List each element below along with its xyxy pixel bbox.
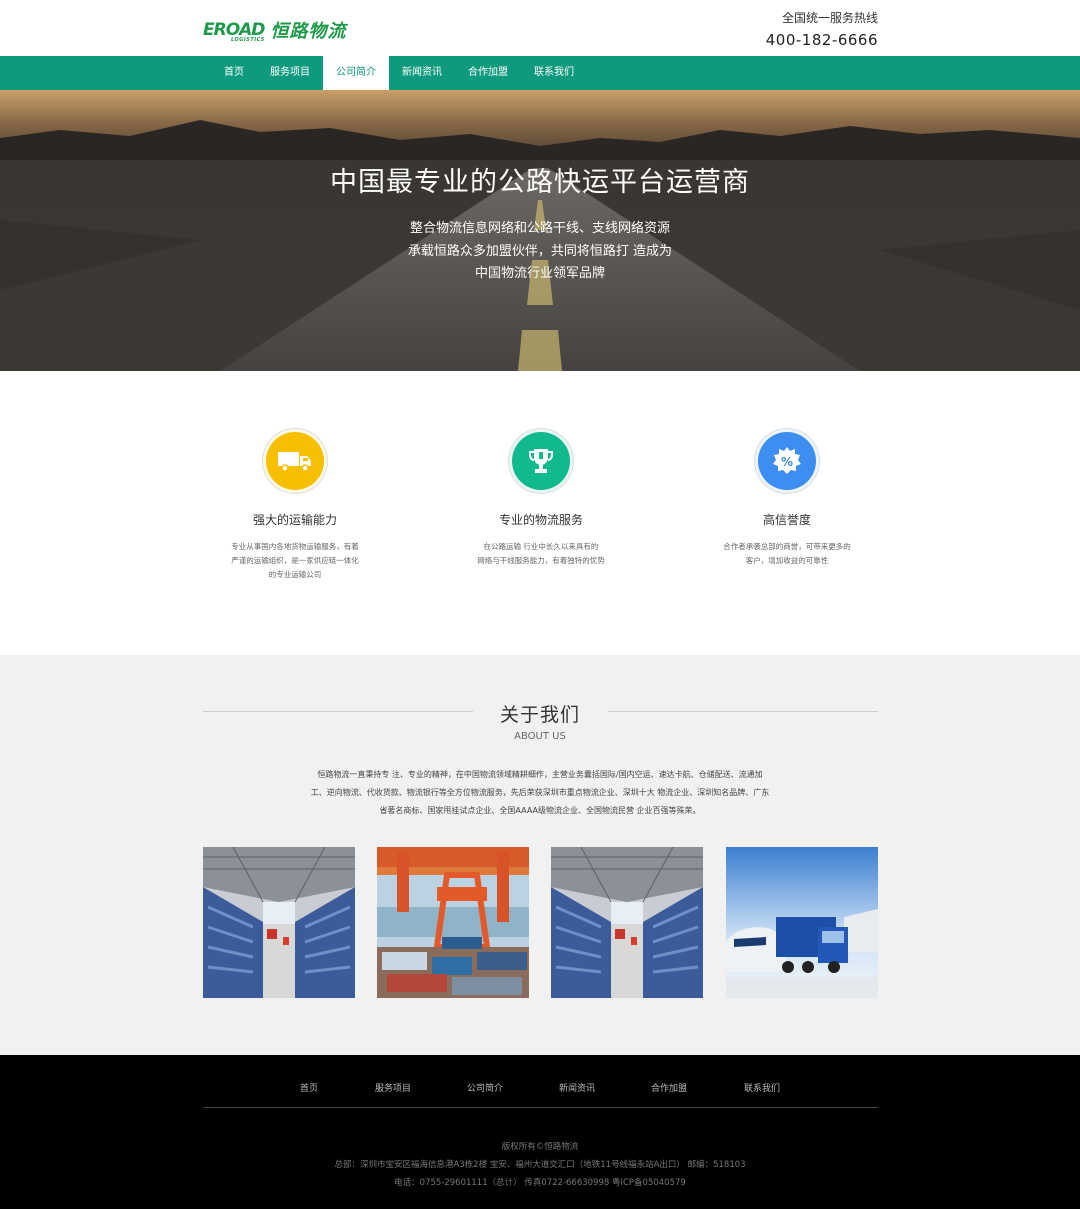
feature-desc-line: 网络与干线服务能力，有着独特的优势 [477,556,605,565]
about-subtitle: ABOUT US [514,731,566,742]
hotline: 全国统一服务热线 400-182-6666 [766,10,878,50]
warehouse-photo[interactable] [203,847,355,998]
feature-description: 合作者承袭总部的商誉，可带来更多的 客户，增加收益的可靠性 [707,540,867,568]
port-crane-photo[interactable] [377,847,529,998]
nav-item-contact[interactable]: 联系我们 [521,56,587,90]
feature-desc-line: 合作者承袭总部的商誉，可带来更多的 [723,542,851,551]
hero-line: 承载恒路众多加盟伙伴，共同将恒路打 造成为 [407,243,673,259]
trophy-icon [509,429,573,493]
hero-description: 整合物流信息网络和公路干线、支线网络资源 承载恒路众多加盟伙伴，共同将恒路打 造… [0,218,1080,286]
footer-divider [203,1107,878,1108]
nav-item-services[interactable]: 服务项目 [257,56,323,90]
about-text-line: 恒路物流一直秉持专 注、专业的精神，在中国物流领域精耕细作，主营业务囊括国际/国… [317,770,763,779]
footer-address: 总部：深圳市宝安区福海信息港A3栋2楼 宝安、福州大道交汇口（地铁11号线福永站… [334,1160,746,1170]
footer-copyright: 版权所有©恒路物流 [501,1142,579,1152]
about-text-line: 省著名商标、国家甩挂试点企业、全国AAAA级物流企业、全国物流民营 企业百强等殊… [379,806,701,815]
site-footer: 首页 服务项目 公司简介 新闻资讯 合作加盟 联系我们 版权所有©恒路物流 总部… [0,1055,1080,1209]
logo[interactable]: EROAD LOGISTICS 恒路物流 [203,17,363,43]
feature-credibility: % 高信誉度 合作者承袭总部的商誉，可带来更多的 客户，增加收益的可靠性 [707,429,867,568]
about-text-line: 工、逆向物流、代收货款、物流银行等全方位物流服务，先后荣获深圳市重点物流企业、深… [310,788,770,797]
feature-desc-line: 专业从事国内各地货物运输服务，有着 [231,542,359,551]
feature-desc-line: 严谨的运输组织，是一家供应链一体化 [231,556,359,565]
footer-contact: 电话：0755-29601111（总计） 传真0722-66630998 粤IC… [394,1178,686,1188]
nav-item-news[interactable]: 新闻资讯 [389,56,455,90]
feature-desc-line: 的专业运输公司 [268,570,322,579]
footer-nav-join[interactable]: 合作加盟 [651,1081,687,1094]
footer-nav-about[interactable]: 公司简介 [467,1081,503,1094]
feature-title: 高信誉度 [762,513,811,527]
nav-item-join[interactable]: 合作加盟 [455,56,521,90]
feature-desc-line: 客户，增加收益的可靠性 [745,556,829,565]
hero-line: 中国物流行业领军品牌 [474,266,605,281]
svg-text:%: % [781,455,793,469]
feature-description: 在公路运输 行业中长久以来具有的 网络与干线服务能力，有着独特的优势 [461,540,621,568]
about-text: 恒路物流一直秉持专 注、专业的精神，在中国物流领域精耕细作，主营业务囊括国际/国… [280,766,800,820]
logo-cn-text: 恒路物流 [270,21,347,42]
hero-banner: 中国最专业的公路快运平台运营商 整合物流信息网络和公路干线、支线网络资源 承载恒… [0,90,1080,371]
hero-line: 整合物流信息网络和公路干线、支线网络资源 [409,221,670,236]
feature-service: 专业的物流服务 在公路运输 行业中长久以来具有的 网络与干线服务能力，有着独特的… [461,429,621,568]
site-header: EROAD LOGISTICS 恒路物流 全国统一服务热线 400-182-66… [0,0,1080,56]
truck-icon [263,429,327,493]
about-section: 关于我们 ABOUT US 恒路物流一直秉持专 注、专业的精神，在中国物流领域精… [0,655,1080,1055]
nav-item-home[interactable]: 首页 [211,56,257,90]
footer-nav-home[interactable]: 首页 [300,1081,318,1094]
feature-transport: 强大的运输能力 专业从事国内各地货物运输服务，有着 严谨的运输组织，是一家供应链… [215,429,375,582]
feature-title: 专业的物流服务 [498,513,583,527]
warehouse-photo[interactable] [551,847,703,998]
logo-sub-text: LOGISTICS [231,37,265,43]
feature-description: 专业从事国内各地货物运输服务，有着 严谨的运输组织，是一家供应链一体化 的专业运… [215,540,375,582]
footer-nav-services[interactable]: 服务项目 [375,1081,411,1094]
feature-title: 强大的运输能力 [252,513,337,527]
logo-mark: EROAD LOGISTICS [203,20,265,43]
hotline-number[interactable]: 400-182-6666 [766,30,878,50]
main-nav: 首页 服务项目 公司简介 新闻资讯 合作加盟 联系我们 [0,56,1080,90]
percent-badge-icon: % [755,429,819,493]
feature-desc-line: 在公路运输 行业中长久以来具有的 [483,542,599,551]
about-title: 关于我们 [499,704,580,726]
nav-item-about[interactable]: 公司简介 [323,56,389,90]
truck-train-ship-photo[interactable] [726,847,878,998]
hotline-label: 全国统一服务热线 [781,11,878,25]
footer-nav-contact[interactable]: 联系我们 [744,1081,780,1094]
features-section: 强大的运输能力 专业从事国内各地货物运输服务，有着 严谨的运输组织，是一家供应链… [0,371,1080,655]
hero-title: 中国最专业的公路快运平台运营商 [330,167,750,198]
footer-nav-news[interactable]: 新闻资讯 [559,1081,595,1094]
